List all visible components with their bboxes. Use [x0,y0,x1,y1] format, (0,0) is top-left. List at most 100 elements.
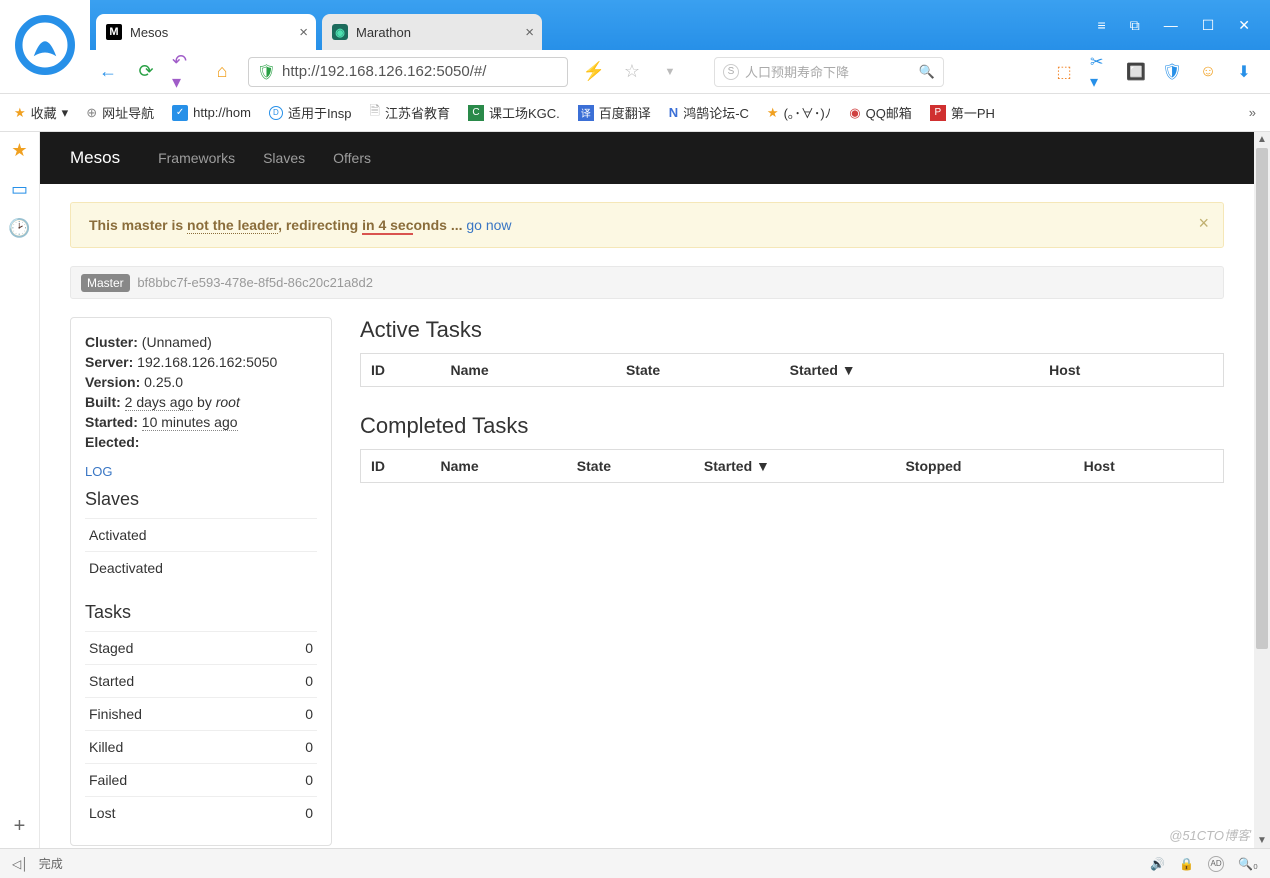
zoom-icon[interactable]: 🔍₀ [1238,857,1258,871]
scroll-down-icon[interactable]: ▼ [1254,835,1270,846]
watermark: @51CTO博客 [1169,825,1250,844]
alert-banner: This master is not the leader, redirecti… [70,202,1224,248]
chevron-down-icon[interactable]: ▼ [658,60,682,84]
close-icon[interactable]: × [525,24,534,41]
built-value: 2 days ago [125,394,194,411]
scissors-icon[interactable]: ✂ ▾ [1090,62,1110,82]
smiley-icon[interactable]: ☺ [1198,62,1218,82]
inspect-icon[interactable]: 🔲 [1126,62,1146,82]
site-icon: ✓ [172,105,188,121]
bookmark-kgc[interactable]: C课工场KGC. [468,103,560,122]
col-host[interactable]: Host [1039,354,1193,387]
search-input[interactable]: S 人口预期寿命下降 🔍 [714,57,944,87]
site-icon: ◉ [849,105,860,121]
built-by: by [193,394,216,410]
tab-marathon[interactable]: ◉ Marathon × [322,14,542,50]
back-icon[interactable]: ← [96,60,120,84]
bookmark-emoji[interactable]: ★(｡･∀･)ﾉ [767,103,831,122]
search-placeholder: 人口预期寿命下降 [745,62,849,81]
marathon-favicon-icon: ◉ [332,24,348,40]
completed-tasks-table: ID Name State Started ▼ Stopped Host [360,449,1224,483]
url-input[interactable]: 🛡 http://192.168.126.162:5050/#/ [248,57,568,87]
bookmark-honghu[interactable]: N鸿鹄论坛-C [669,103,749,122]
tab-title: Mesos [130,25,168,40]
flash-icon[interactable]: ⚡ [582,60,606,84]
browser-left-sidebar: ★ ▭ 🕑 + [0,132,40,848]
star-icon[interactable]: ☆ [620,60,644,84]
screen-icon[interactable]: ▭ [11,179,28,200]
col-stopped[interactable]: Stopped [895,450,1073,483]
col-state[interactable]: State [616,354,780,387]
cluster-value: (Unnamed) [142,334,212,350]
active-tasks-heading: Active Tasks [360,317,1224,343]
url-text: http://192.168.126.162:5050/#/ [282,63,486,80]
ad-icon[interactable]: AD [1208,856,1224,872]
scrollbar-thumb[interactable] [1256,148,1268,649]
window-close-icon[interactable]: ✕ [1238,17,1250,34]
site-icon: N [669,105,678,120]
col-host[interactable]: Host [1074,450,1194,483]
cluster-label: Cluster: [85,334,138,350]
browser-logo [0,0,90,90]
reload-icon[interactable]: ⟳ [134,60,158,84]
brand-label[interactable]: Mesos [70,148,120,168]
col-started[interactable]: Started ▼ [780,354,1040,387]
bookmark-overflow-icon[interactable]: » [1249,105,1256,120]
star-icon: ★ [14,105,26,121]
alert-text-1: This master is [89,217,187,233]
col-started[interactable]: Started ▼ [694,450,896,483]
tab-mesos[interactable]: M Mesos × [96,14,316,50]
home-icon[interactable]: ⌂ [210,60,234,84]
menu-icon[interactable]: ≡ [1098,17,1106,33]
bookmark-ph[interactable]: P第一PH [930,103,995,122]
close-icon[interactable]: × [299,24,308,41]
page-viewport: Mesos Frameworks Slaves Offers This mast… [40,132,1254,848]
page-content: This master is not the leader, redirecti… [40,184,1254,848]
site-icon: 译 [578,105,594,121]
scroll-up-icon[interactable]: ▲ [1254,134,1270,145]
log-link[interactable]: LOG [85,464,317,479]
elected-label: Elected: [85,434,139,450]
col-name[interactable]: Name [431,450,567,483]
bookmark-insp[interactable]: D适用于Insp [269,103,352,122]
dell-icon: D [269,106,283,120]
minimize-icon[interactable]: — [1164,17,1178,33]
col-id[interactable]: ID [361,354,441,387]
add-icon[interactable]: + [14,815,26,838]
col-id[interactable]: ID [361,450,431,483]
search-icon[interactable]: 🔍 [919,64,935,80]
bookmark-baidu[interactable]: 译百度翻译 [578,103,651,122]
browser-titlebar: M Mesos × ◉ Marathon × ≡ ⧉ — ☐ ✕ [0,0,1270,50]
security-shield-icon[interactable]: 🛡 [1162,62,1182,82]
bookmark-qqmail[interactable]: ◉QQ邮箱 [849,103,912,122]
undo-icon[interactable]: ↶ ▾ [172,60,196,84]
built-user: root [216,394,240,410]
bookmark-favorites[interactable]: ★收藏 ▾ [14,103,68,122]
completed-tasks-heading: Completed Tasks [360,413,1224,439]
alert-close-icon[interactable]: × [1198,213,1209,234]
bookmark-hom[interactable]: ✓http://hom [172,105,251,121]
nav-frameworks[interactable]: Frameworks [158,150,235,166]
bookmark-nav[interactable]: ⊕网址导航 [86,103,154,122]
go-now-link[interactable]: go now [466,217,511,233]
scrollbar[interactable]: ▲ ▼ [1254,132,1270,848]
toolbar-icons: ⬚ ✂ ▾ 🔲 🛡 ☺ ⬇ [1054,62,1270,82]
history-icon[interactable]: 🕑 [8,218,30,239]
tab-strip: M Mesos × ◉ Marathon × [96,14,548,50]
sidebar-toggle-icon[interactable]: ◁│ [12,857,29,871]
download-icon[interactable]: ⬇ [1234,62,1254,82]
col-state[interactable]: State [567,450,694,483]
nav-offers[interactable]: Offers [333,150,371,166]
restore-icon[interactable]: ⧉ [1130,17,1140,34]
col-name[interactable]: Name [441,354,616,387]
nav-slaves[interactable]: Slaves [263,150,305,166]
bookmark-jiangsu[interactable]: 🗎江苏省教育 [370,102,450,124]
list-item: Finished0 [85,697,317,730]
built-label: Built: [85,394,121,410]
lock-icon[interactable]: 🔒 [1179,857,1194,871]
maximize-icon[interactable]: ☐ [1202,17,1215,34]
extension-icon[interactable]: ⬚ [1054,62,1074,82]
sound-icon[interactable]: 🔊 [1150,857,1165,871]
window-controls: ≡ ⧉ — ☐ ✕ [1078,0,1270,50]
favorite-icon[interactable]: ★ [11,140,27,161]
